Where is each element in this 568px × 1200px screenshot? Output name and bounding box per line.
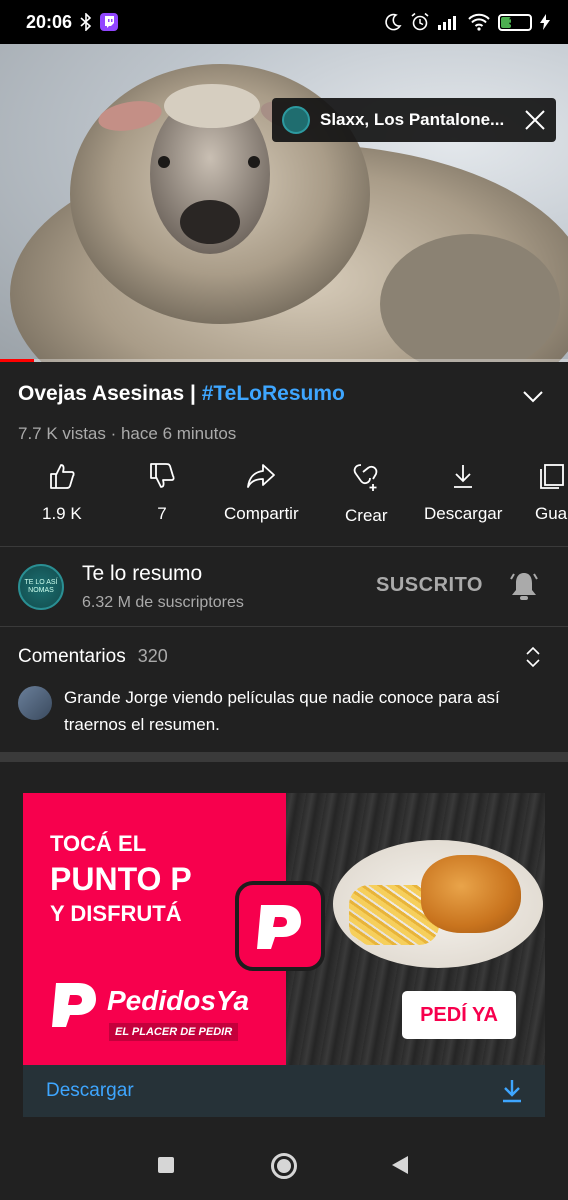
app-logo-icon (235, 881, 325, 971)
status-time: 20:06 (26, 11, 73, 32)
like-button[interactable]: 1.9 K (42, 462, 82, 524)
save-button[interactable]: Gua (535, 462, 567, 524)
divider (0, 546, 568, 547)
bluetooth-icon (80, 13, 92, 31)
download-icon (454, 465, 473, 488)
close-icon[interactable] (524, 109, 546, 131)
signal-icon (438, 16, 456, 30)
ad-headline-1: TOCÁ EL (50, 831, 147, 856)
charging-icon (540, 14, 550, 30)
back-button[interactable] (392, 1156, 408, 1174)
thumbs-up-icon (49, 464, 75, 489)
video-player[interactable]: Slaxx, Los Pantalone... (0, 44, 568, 362)
ad-cta-button[interactable]: PEDÍ YA (402, 991, 516, 1039)
mini-player-banner[interactable]: Slaxx, Los Pantalone... (272, 98, 556, 142)
twitch-icon (100, 13, 119, 31)
commenter-avatar[interactable] (18, 686, 52, 720)
battery-level: 34 (508, 16, 522, 28)
create-button[interactable]: Crear (345, 462, 388, 526)
like-count: 1.9 K (42, 504, 82, 523)
chevron-down-icon[interactable] (522, 390, 544, 404)
video-progress-bar[interactable] (0, 359, 568, 362)
status-bar: 20:06 34 (0, 0, 568, 44)
dislike-count: 7 (157, 504, 167, 523)
ad-milanesa-image (421, 855, 521, 933)
download-label: Descargar (424, 504, 503, 523)
download-icon[interactable] (501, 1078, 523, 1104)
system-nav-bar (0, 1130, 568, 1200)
action-row: 1.9 K 7 Compartir Crear Descargar Gua (0, 462, 568, 532)
moon-icon (385, 13, 402, 31)
home-icon (277, 1159, 291, 1173)
ad-download-label: Descargar (46, 1080, 134, 1101)
save-icon (540, 464, 564, 489)
ad-banner[interactable]: TOCÁ EL PUNTO P Y DISFRUTÁ PedidosYa EL … (23, 793, 545, 1065)
thumbs-down-icon (150, 463, 175, 488)
recents-button[interactable] (158, 1157, 174, 1173)
channel-avatar[interactable]: TE LO ASÍ NOMAS (18, 564, 64, 610)
save-label: Gua (535, 504, 568, 523)
section-separator (0, 752, 568, 762)
battery-icon: 34 (498, 13, 532, 31)
pedidosya-logo-icon (52, 983, 96, 1027)
expand-collapse-icon[interactable] (525, 645, 541, 669)
comments-count: 320 (137, 646, 168, 666)
create-icon (354, 464, 378, 491)
share-icon (247, 464, 276, 488)
alarm-icon (411, 12, 429, 31)
comments-header[interactable]: Comentarios 320 (18, 646, 168, 668)
download-button[interactable]: Descargar (424, 462, 502, 524)
bell-icon[interactable] (509, 570, 539, 602)
video-title[interactable]: Ovejas Asesinas | #TeLoResumo (18, 382, 522, 406)
create-label: Crear (345, 506, 388, 525)
mini-player-title: Slaxx, Los Pantalone... (320, 110, 505, 129)
ad-download-bar[interactable]: Descargar (23, 1065, 545, 1117)
video-meta: 7.7 K vistas · hace 6 minutos (18, 424, 237, 443)
home-button[interactable] (271, 1153, 297, 1179)
ad-tagline: EL PLACER DE PEDIR (109, 1023, 239, 1041)
channel-subscribers: 6.32 M de suscriptores (82, 594, 244, 611)
video-thumbnail-sheep (10, 64, 568, 362)
ad-headline-3: Y DISFRUTÁ (50, 901, 182, 926)
hashtag-link[interactable]: #TeLoResumo (202, 382, 345, 405)
comments-label: Comentarios (18, 646, 126, 667)
channel-name[interactable]: Te lo resumo (82, 562, 202, 586)
video-progress-fill (0, 359, 35, 362)
wifi-icon (468, 13, 490, 31)
ad-brand: PedidosYa (107, 985, 250, 1016)
divider (0, 626, 568, 627)
share-button[interactable]: Compartir (224, 462, 299, 524)
share-label: Compartir (224, 504, 299, 523)
ad-headline-2: PUNTO P (50, 861, 192, 897)
top-comment[interactable]: Grande Jorge viendo películas que nadie … (64, 684, 544, 738)
dislike-button[interactable]: 7 (148, 462, 176, 524)
mini-channel-avatar (282, 106, 310, 134)
subscribed-button[interactable]: SUSCRITO (376, 574, 483, 597)
